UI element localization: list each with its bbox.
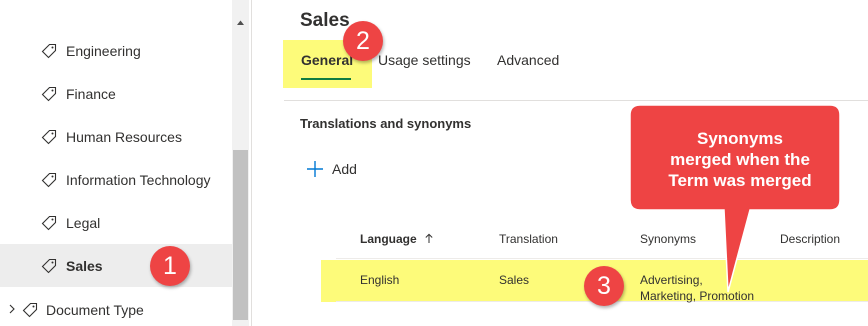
tree-item-information-technology[interactable]: Information Technology [0,158,232,201]
tab-usage-settings[interactable]: Usage settings [378,52,471,68]
callout-text: Synonyms merged when the Term was merged [640,128,840,191]
section-title: Translations and synonyms [300,116,472,131]
tree-scrollbar[interactable] [232,0,249,326]
tab-general[interactable]: General [301,52,353,68]
tree-item-document-type[interactable]: Document Type [0,288,232,326]
cell-language: English [360,273,400,287]
tag-icon [41,86,57,101]
plus-icon [307,161,323,177]
tree-item-label: Legal [66,214,101,231]
tree-item-human-resources[interactable]: Human Resources [0,115,232,158]
active-tab-indicator [301,78,351,80]
callout-line: Term was merged [668,171,812,190]
column-header-language[interactable]: Language [360,232,434,246]
tag-icon [22,302,38,317]
chevron-right-icon[interactable] [6,303,18,315]
term-tree: Engineering Finance Human Resources Info… [0,0,252,326]
tag-icon [41,172,57,187]
tree-item-engineering[interactable]: Engineering [0,29,232,72]
tree-item-label: Document Type [46,301,144,318]
tag-icon [41,258,57,273]
scroll-thumb[interactable] [233,150,248,320]
scroll-up-arrow-icon[interactable] [232,14,249,31]
tree-item-sales[interactable]: Sales [0,244,232,287]
callout-line: merged when the [670,150,810,169]
pane-divider [251,0,252,326]
tree-item-finance[interactable]: Finance [0,72,232,115]
tree-item-label: Sales [66,257,103,274]
tree-item-label: Information Technology [66,171,211,188]
arrow-up-icon [425,233,433,243]
tag-icon [41,43,57,58]
add-button-label: Add [332,161,357,177]
tab-advanced[interactable]: Advanced [497,52,559,68]
step-badge-1: 1 [150,246,190,286]
column-header-label: Language [360,232,417,246]
step-badge-2: 2 [343,21,383,61]
tree-item-label: Finance [66,85,116,102]
page-title: Sales [300,10,350,31]
tree-item-label: Engineering [66,42,141,59]
cell-translation: Sales [499,273,530,287]
tag-icon [41,129,57,144]
step-badge-3: 3 [584,266,624,306]
tree-item-legal[interactable]: Legal [0,201,232,244]
column-header-translation[interactable]: Translation [499,232,558,246]
tree-item-label: Human Resources [66,128,182,145]
tag-icon [41,215,57,230]
callout-line: Synonyms [697,129,783,148]
add-button[interactable]: Add [306,158,357,180]
